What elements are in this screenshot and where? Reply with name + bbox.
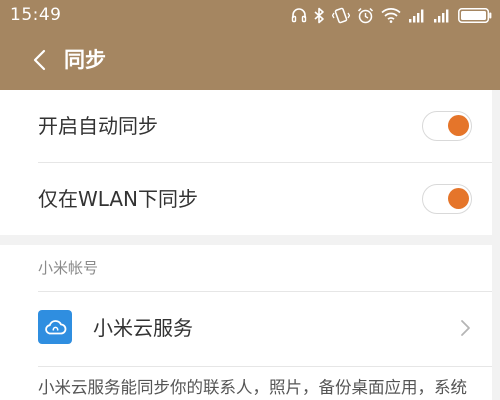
sync-settings-screen: 15:49 同步 开启自动同步 仅在WLAN下同步 小米帐号 小米云服务 小米云… [0,0,500,400]
status-icons [291,5,492,25]
toggle-knob [448,188,469,209]
mi-cloud-service-label: 小米云服务 [93,316,193,340]
signal-icon [434,9,449,22]
back-button[interactable] [22,44,56,76]
status-time: 15:49 [10,5,62,25]
wlan-only-sync-label: 仅在WLAN下同步 [38,187,199,211]
mi-cloud-service-row[interactable]: 小米云服务 [0,292,492,366]
auto-sync-row[interactable]: 开启自动同步 [0,90,492,163]
battery-icon [458,7,492,23]
headset-icon [291,8,307,23]
sync-settings-card: 开启自动同步 仅在WLAN下同步 [0,90,492,235]
chevron-right-icon [461,320,470,336]
section-header-mi-account: 小米帐号 [38,259,99,277]
bluetooth-icon [314,7,324,23]
wlan-only-sync-toggle[interactable] [422,184,472,214]
toggle-knob [448,115,469,136]
vibrate-icon [332,7,350,23]
wifi-icon [381,8,401,23]
settings-content: 开启自动同步 仅在WLAN下同步 小米帐号 小米云服务 小米云服务能同步你的联系… [0,90,500,400]
page-title: 同步 [64,48,106,72]
mi-cloud-description: 小米云服务能同步你的联系人，照片，备份桌面应用，系统 [38,378,467,397]
alarm-icon [357,7,374,23]
status-bar: 15:49 [0,0,500,30]
back-arrow-icon [33,49,46,71]
divider [38,366,492,367]
auto-sync-label: 开启自动同步 [38,114,158,138]
signal-icon [409,9,424,22]
auto-sync-toggle[interactable] [422,111,472,141]
scroll-edge [492,90,500,400]
action-bar: 同步 [0,30,500,90]
wlan-only-sync-row[interactable]: 仅在WLAN下同步 [0,163,492,235]
cloud-icon [38,310,72,344]
